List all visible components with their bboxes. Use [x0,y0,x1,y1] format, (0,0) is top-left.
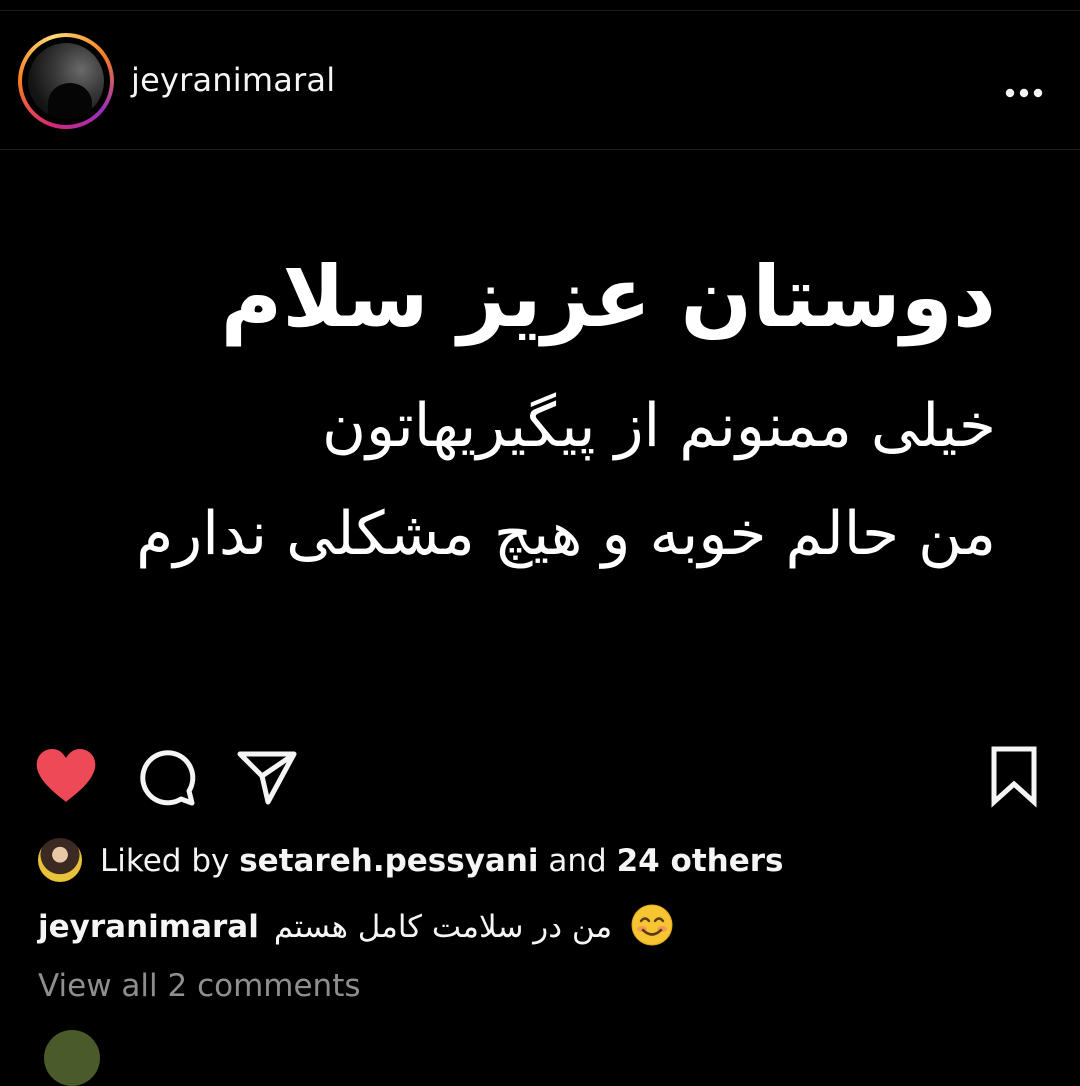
send-icon[interactable] [236,746,298,808]
caption-text: من در سلامت کامل هستم [273,909,613,945]
liker-avatar[interactable] [38,838,82,882]
likes-text[interactable]: Liked by setareh.pessyani and 24 others [100,840,783,882]
more-options-icon[interactable] [1002,76,1046,110]
author-avatar[interactable] [18,33,114,129]
post-image[interactable]: دوستان عزیز سلام خیلی ممنونم از پیگیریها… [0,150,1080,720]
commenter-avatar[interactable] [44,1030,100,1086]
post-image-text-line2: خیلی ممنونم از پیگیریهاتون [321,391,996,461]
post-caption: jeyranimaral من در سلامت کامل هستم [38,904,673,952]
post-header: jeyranimaral [0,12,1080,149]
liker-username[interactable]: setareh.pessyani [239,843,538,879]
post-image-text-line1: دوستان عزیز سلام [220,248,996,346]
likes-summary: Liked by setareh.pessyani and 24 others [38,838,1038,884]
bookmark-icon[interactable] [985,744,1043,808]
comment-icon[interactable] [136,746,198,808]
likes-others-count[interactable]: 24 others [617,843,784,879]
post-actions-bar [0,740,1080,810]
likes-prefix: Liked by [100,843,230,879]
heart-icon[interactable] [34,746,98,806]
smiling-face-emoji-icon [631,904,673,946]
author-username[interactable]: jeyranimaral [131,60,335,100]
post-image-text-line3: من حالم خوبه و هیچ مشکلی ندارم [136,499,996,569]
view-all-comments-link[interactable]: View all 2 comments [38,964,361,1008]
caption-username[interactable]: jeyranimaral [38,909,259,945]
likes-joiner: and [548,843,607,879]
top-divider [0,10,1080,11]
